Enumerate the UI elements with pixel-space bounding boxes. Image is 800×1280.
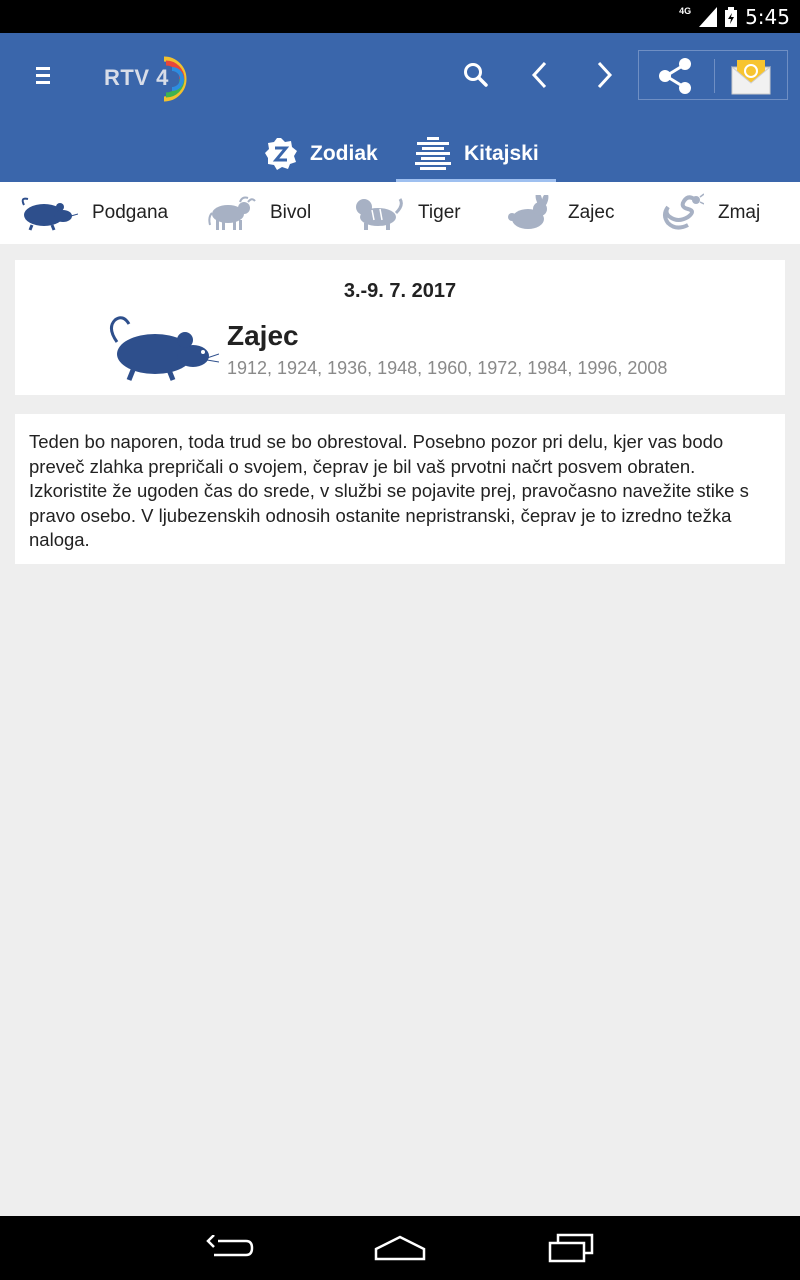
- recents-icon: [548, 1233, 594, 1263]
- animal-label: Tiger: [418, 202, 461, 223]
- dragon-icon: [663, 193, 704, 230]
- animal-item-podgana[interactable]: Podgana: [18, 182, 168, 244]
- horoscope-text-card: Teden bo naporen, toda trud se bo obrest…: [15, 414, 785, 564]
- animal-label: Podgana: [92, 202, 169, 223]
- rabbit-icon: [508, 195, 549, 229]
- tab-kitajski[interactable]: Kitajski: [414, 125, 539, 182]
- divider: [714, 59, 715, 93]
- logo-ring-icon: [163, 56, 187, 102]
- menu-icon: [36, 67, 50, 70]
- chevron-right-icon: [597, 61, 613, 89]
- menu-button[interactable]: [36, 67, 52, 87]
- sign-years: 1912, 1924, 1936, 1948, 1960, 1972, 1984…: [227, 358, 668, 378]
- search-button[interactable]: [454, 53, 498, 97]
- animal-item-zajec[interactable]: Zajec: [506, 182, 614, 244]
- animal-item-tiger[interactable]: Tiger: [352, 182, 461, 244]
- back-icon: [206, 1235, 254, 1257]
- back-button[interactable]: [200, 1228, 260, 1268]
- animal-item-zmaj[interactable]: Zmaj: [658, 182, 760, 244]
- animal-item-bivol[interactable]: Bivol: [206, 182, 311, 244]
- animal-selector: Podgana Bivol Tiger Zajec Zmaj: [0, 182, 800, 244]
- zodiac-badge-icon: [265, 137, 297, 170]
- animal-label: Zajec: [568, 202, 615, 223]
- recents-button[interactable]: [540, 1228, 600, 1268]
- email-button[interactable]: [729, 54, 773, 98]
- status-bar: 4G 5:45: [0, 0, 800, 33]
- menu-icon-line: [36, 74, 50, 77]
- rat-icon: [21, 197, 78, 231]
- home-icon: [374, 1235, 426, 1261]
- system-nav-bar: [0, 1216, 800, 1280]
- menu-icon-line: [36, 81, 50, 84]
- next-button[interactable]: [582, 53, 626, 97]
- search-icon: [464, 63, 488, 87]
- horoscope-header-card: 3.-9. 7. 2017 Zajec 1912, 1924, 1936, 19…: [15, 260, 785, 395]
- date-range: 3.-9. 7. 2017: [343, 280, 457, 302]
- app-bar: RTV 4 Zodiak Kitajski: [0, 33, 800, 182]
- email-icon: [731, 60, 771, 95]
- share-icon: [659, 58, 691, 94]
- share-button[interactable]: [653, 54, 697, 98]
- action-group: [638, 50, 788, 100]
- pagoda-icon: [415, 136, 451, 170]
- rtv4-logo: RTV 4: [104, 55, 194, 103]
- chevron-left-icon: [531, 61, 547, 89]
- home-button[interactable]: [370, 1228, 430, 1268]
- sign-rat-image: [110, 316, 219, 381]
- horoscope-text: Teden bo naporen, toda trud se bo obrest…: [29, 431, 749, 550]
- tab-zodiak-label: Zodiak: [310, 141, 378, 165]
- signal-icon: [699, 6, 718, 27]
- network-type: 4G: [679, 5, 692, 16]
- animal-label: Zmaj: [718, 202, 761, 223]
- sign-name: Zajec: [227, 320, 299, 351]
- ox-icon: [208, 196, 256, 230]
- tab-zodiak[interactable]: Zodiak: [264, 125, 378, 182]
- animal-label: Bivol: [270, 202, 312, 223]
- tab-kitajski-label: Kitajski: [464, 141, 539, 165]
- battery-icon: [725, 6, 738, 27]
- tab-bar: Zodiak Kitajski: [0, 125, 800, 182]
- previous-button[interactable]: [518, 53, 562, 97]
- tiger-icon: [356, 198, 403, 230]
- clock: 5:45: [745, 4, 790, 29]
